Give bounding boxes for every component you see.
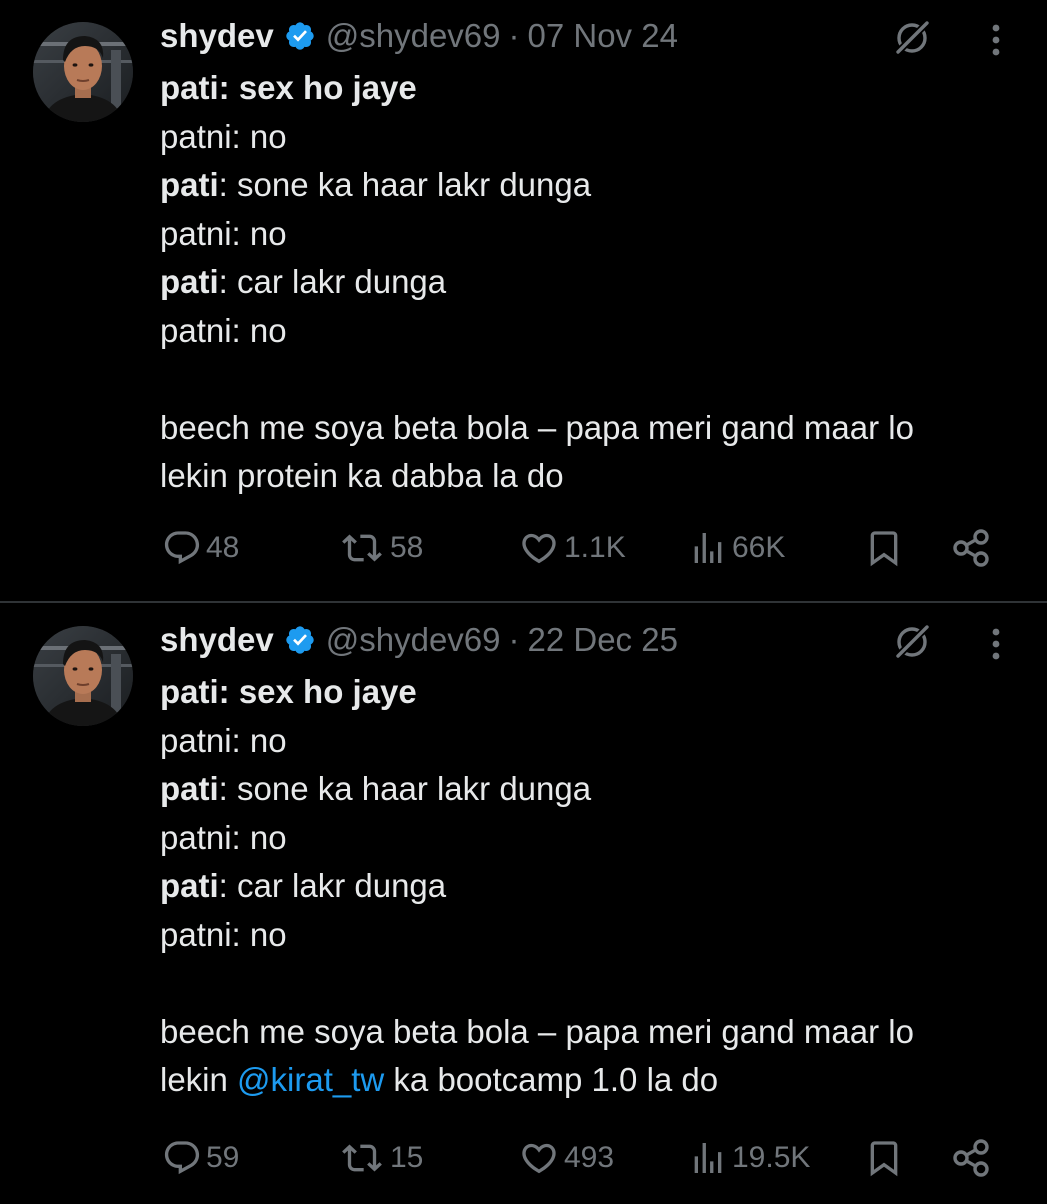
verified-badge-icon <box>286 626 314 654</box>
reply-icon <box>164 1141 200 1175</box>
speaker-label: pati <box>160 770 219 807</box>
reply-count: 59 <box>206 1141 240 1174</box>
avatar[interactable] <box>33 22 133 122</box>
views-count: 66K <box>732 531 786 564</box>
views-icon <box>694 1143 722 1173</box>
reply-button[interactable]: 48 <box>162 520 239 576</box>
mention-link[interactable]: @kirat_tw <box>237 1061 384 1098</box>
text-line: patni: no <box>160 721 287 759</box>
speaker-label: pati <box>160 166 219 203</box>
tweet[interactable]: shydev @shydev69 · 07 Nov 24 pati: sex h… <box>0 0 1047 600</box>
text-line: patni: no <box>160 915 287 953</box>
heart-icon <box>522 533 556 564</box>
grok-icon[interactable] <box>890 620 934 664</box>
views-icon <box>694 533 722 563</box>
share-button[interactable] <box>950 520 994 576</box>
tweet-date[interactable]: 22 Dec 25 <box>528 621 678 659</box>
tweet-text: pati: sex ho jaye patni: no pati: sone k… <box>160 64 1020 501</box>
tweet-text: pati: sex ho jaye patni: no pati: sone k… <box>160 668 1020 1105</box>
views-count: 19.5K <box>732 1141 811 1174</box>
tweet-divider <box>0 601 1047 603</box>
heart-icon <box>522 1143 556 1174</box>
text-line: patni: no <box>160 818 287 856</box>
action-bar: 59 15 493 19.5K <box>0 1130 1047 1186</box>
text-line: lekin protein ka dabba la do <box>160 457 564 494</box>
text-line: lekin <box>160 1061 238 1098</box>
tweet[interactable]: shydev @shydev69 · 22 Dec 25 pati: sex h… <box>0 604 1047 1204</box>
separator-dot: · <box>508 17 520 54</box>
bookmark-icon <box>870 531 898 567</box>
repost-icon <box>342 1144 382 1172</box>
text-line: : car lakr dunga <box>218 263 447 300</box>
text-line: beech me soya beta bola – papa meri gand… <box>160 1012 914 1050</box>
tweet-header: shydev @shydev69 · 07 Nov 24 <box>160 14 678 58</box>
reply-button[interactable]: 59 <box>162 1130 239 1186</box>
reply-count: 48 <box>206 531 240 564</box>
speaker-label: pati <box>160 867 219 904</box>
avatar[interactable] <box>33 626 133 726</box>
more-options-icon[interactable] <box>980 18 1012 62</box>
bookmark-icon <box>870 1141 898 1177</box>
author-name[interactable]: shydev <box>160 621 274 659</box>
grok-icon[interactable] <box>890 16 934 60</box>
text-line: pati: sex ho jaye <box>160 673 417 710</box>
bookmark-button[interactable] <box>864 520 904 576</box>
separator-dot: · <box>508 621 520 658</box>
share-icon <box>953 1139 989 1177</box>
text-line: : car lakr dunga <box>218 867 447 904</box>
bookmark-button[interactable] <box>864 1130 904 1186</box>
tweet-header: shydev @shydev69 · 22 Dec 25 <box>160 618 678 662</box>
views-button[interactable]: 19.5K <box>688 1130 810 1186</box>
share-icon <box>953 529 989 567</box>
tweet-date[interactable]: 07 Nov 24 <box>528 17 678 55</box>
text-line: pati: sex ho jaye <box>160 69 417 106</box>
more-options-icon[interactable] <box>980 622 1012 666</box>
repost-button[interactable]: 15 <box>338 1130 423 1186</box>
speaker-label: pati <box>160 263 219 300</box>
author-handle[interactable]: @shydev69 <box>326 621 501 659</box>
text-line: : sone ka haar lakr dunga <box>218 166 592 203</box>
verified-badge-icon <box>286 22 314 50</box>
share-button[interactable] <box>950 1130 994 1186</box>
text-line: patni: no <box>160 214 287 252</box>
text-line: beech me soya beta bola – papa meri gand… <box>160 408 914 446</box>
repost-count: 15 <box>390 1141 424 1174</box>
like-count: 1.1K <box>564 531 626 564</box>
text-line: ka bootcamp 1.0 la do <box>384 1061 719 1098</box>
text-line: patni: no <box>160 311 287 349</box>
author-handle[interactable]: @shydev69 <box>326 17 501 55</box>
like-button[interactable]: 493 <box>518 1130 614 1186</box>
like-count: 493 <box>564 1141 615 1174</box>
repost-button[interactable]: 58 <box>338 520 423 576</box>
views-button[interactable]: 66K <box>688 520 785 576</box>
like-button[interactable]: 1.1K <box>518 520 626 576</box>
repost-count: 58 <box>390 531 424 564</box>
repost-icon <box>342 534 382 562</box>
text-line: : sone ka haar lakr dunga <box>218 770 592 807</box>
author-name[interactable]: shydev <box>160 17 274 55</box>
action-bar: 48 58 1.1K 66K <box>0 520 1047 576</box>
reply-icon <box>164 531 200 565</box>
text-line: patni: no <box>160 117 287 155</box>
